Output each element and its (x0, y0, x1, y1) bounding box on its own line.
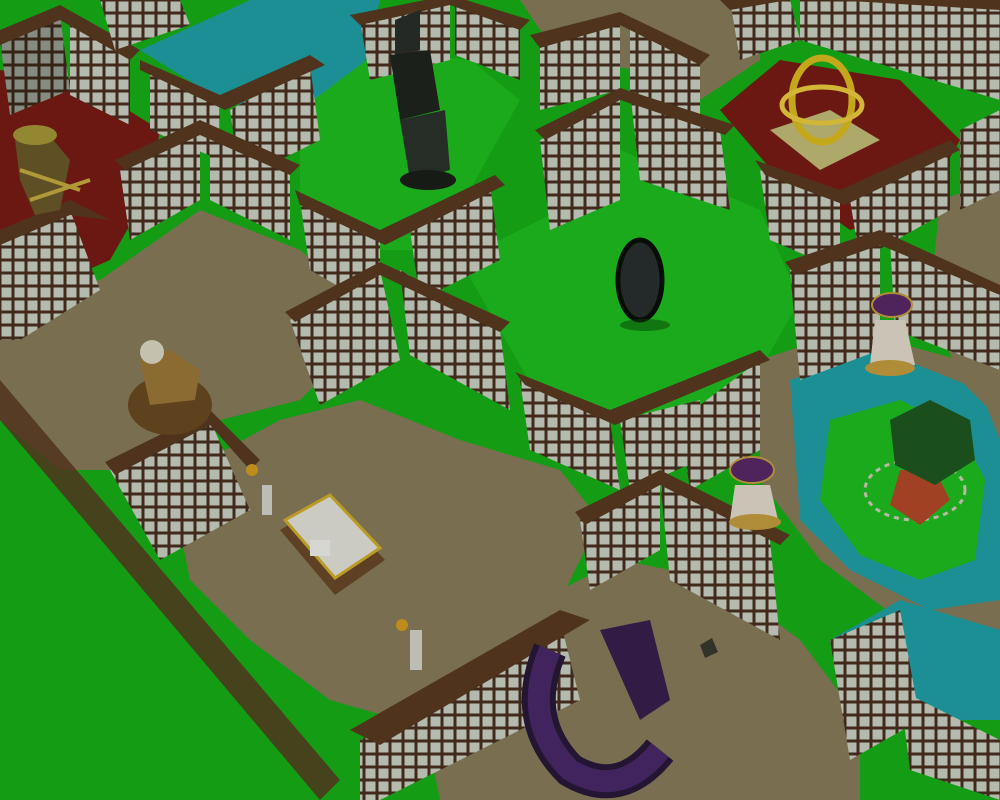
vignette (0, 0, 1000, 800)
game-viewport[interactable] (0, 0, 1000, 800)
